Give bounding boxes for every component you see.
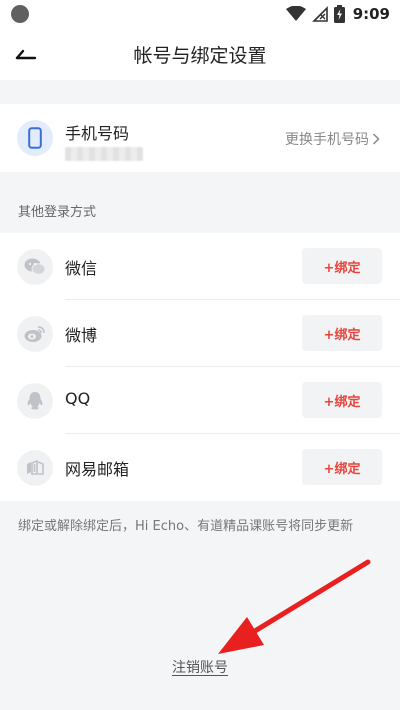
list-item-netease-mail: 网易邮箱 +绑定 [0, 434, 400, 501]
sync-note: 绑定或解除绑定后，Hi Echo、有道精品课账号将同步更新 [18, 519, 354, 534]
phone-icon [28, 127, 42, 149]
bind-qq-button[interactable]: +绑定 [302, 382, 382, 418]
status-icons: 9:09 [285, 3, 390, 25]
list-item-weibo: 微博 +绑定 [0, 300, 400, 367]
wechat-icon-badge [17, 249, 53, 285]
phone-icon-badge [17, 120, 53, 156]
nav-bar: 帐号与绑定设置 [0, 28, 400, 80]
page-title: 帐号与绑定设置 [133, 45, 267, 67]
notification-dot-icon [11, 5, 29, 23]
bind-wechat-button[interactable]: +绑定 [302, 248, 382, 284]
wechat-label: 微信 [65, 259, 98, 278]
phone-number-row[interactable]: 手机号码 更换手机号码 [0, 104, 400, 172]
list-item-qq: QQ +绑定 [0, 367, 400, 434]
qq-icon-badge [17, 383, 53, 419]
phone-number-blurred [65, 147, 143, 161]
netease-mail-icon-badge [17, 450, 53, 486]
wechat-icon [24, 258, 46, 275]
chevron-right-icon [372, 133, 380, 145]
qq-label: QQ [65, 389, 91, 408]
other-login-header: 其他登录方式 [18, 205, 97, 220]
battery-charging-icon [333, 5, 345, 23]
netease-mail-label: 网易邮箱 [65, 460, 130, 479]
wifi-icon [285, 6, 306, 21]
qq-icon [27, 392, 43, 410]
bind-netease-mail-button[interactable]: +绑定 [302, 449, 382, 485]
weibo-icon-badge [17, 316, 53, 352]
weibo-label: 微博 [65, 326, 98, 345]
change-phone-label: 更换手机号码 [285, 132, 369, 148]
status-bar: 9:09 [0, 0, 400, 28]
no-signal-icon [311, 6, 328, 22]
bind-weibo-button[interactable]: +绑定 [302, 315, 382, 351]
weibo-icon [24, 326, 45, 342]
netease-mail-icon [27, 460, 44, 475]
phone-label: 手机号码 [65, 124, 130, 143]
change-phone-link[interactable]: 更换手机号码 [285, 129, 380, 149]
other-login-list: 微信 +绑定 微博 +绑定 QQ +绑定 网易邮箱 +绑定 [0, 233, 400, 501]
cancel-account-row: 注销账号 [0, 657, 400, 677]
list-item-wechat: 微信 +绑定 [0, 233, 400, 300]
cancel-account-link[interactable]: 注销账号 [172, 660, 228, 676]
status-time: 9:09 [352, 5, 390, 23]
